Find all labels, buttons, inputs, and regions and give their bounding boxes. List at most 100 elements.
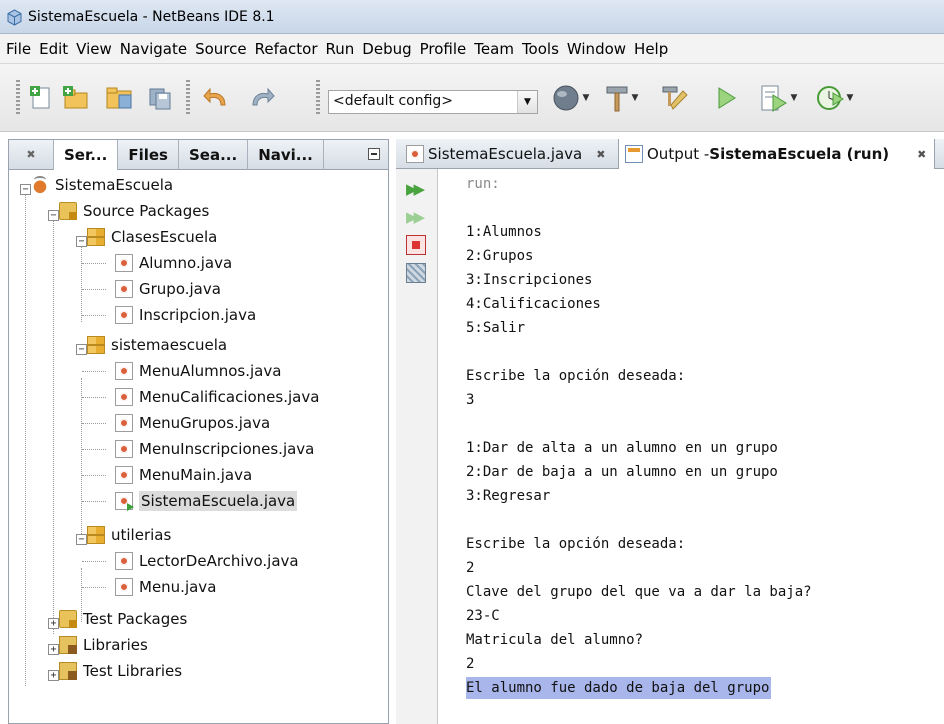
- tree-connector: [82, 315, 106, 316]
- clean-build-button[interactable]: ▼: [600, 80, 642, 116]
- output-panel: SistemaEscuela.java ✖ Output - SistemaEs…: [396, 139, 944, 724]
- menu-profile[interactable]: Profile: [416, 40, 471, 58]
- tree-node-label: MenuGrupos.java: [139, 414, 271, 432]
- menu-run[interactable]: Run: [322, 40, 359, 58]
- broom-hammer-icon: [662, 86, 688, 110]
- tree-node-source-packages[interactable]: Source Packages: [59, 198, 209, 224]
- tab-services[interactable]: Ser...: [53, 139, 119, 170]
- run-project-button[interactable]: [712, 80, 742, 116]
- tree-node-package[interactable]: sistemaescuela: [87, 332, 227, 358]
- new-project-button[interactable]: [60, 80, 92, 116]
- tree-node-test-libraries[interactable]: Test Libraries: [59, 658, 182, 684]
- expand-toggle[interactable]: +: [48, 644, 59, 655]
- output-settings-icon[interactable]: [406, 263, 426, 283]
- debug-project-button[interactable]: ▼: [754, 80, 802, 116]
- chevron-down-icon[interactable]: ▼: [632, 93, 639, 103]
- menu-help[interactable]: Help: [630, 40, 672, 58]
- tree-connector: [82, 263, 106, 264]
- tree-node-file[interactable]: Alumno.java: [115, 250, 232, 276]
- expand-toggle[interactable]: +: [48, 618, 59, 629]
- chevron-down-icon[interactable]: ▼: [791, 93, 798, 103]
- minimize-icon[interactable]: [368, 148, 380, 160]
- toolbar-grip[interactable]: [316, 80, 320, 116]
- toolbar-grip[interactable]: [186, 80, 190, 116]
- tree-connector: [82, 475, 106, 476]
- browser-button[interactable]: ▼: [548, 80, 592, 116]
- configuration-select[interactable]: <default config> ▼: [328, 90, 538, 114]
- projects-panel-tabs: ✖ Ser... Files Sea... Navi...: [9, 139, 388, 170]
- tab-sistemaescuela-java[interactable]: SistemaEscuela.java ✖: [406, 139, 605, 169]
- tree-connector: [82, 561, 106, 562]
- menu-file[interactable]: File: [2, 40, 35, 58]
- tab-files[interactable]: Files: [118, 139, 179, 170]
- menu-window[interactable]: Window: [563, 40, 630, 58]
- tree-node-file-selected[interactable]: SistemaEscuela.java: [115, 488, 298, 514]
- java-file-icon: [115, 414, 133, 432]
- tree-node-file[interactable]: Menu.java: [115, 574, 216, 600]
- tree-node-label: MenuInscripciones.java: [139, 440, 315, 458]
- console-line: 2:Dar de baja a un alumno en un grupo: [466, 464, 778, 480]
- tree-connector: [82, 449, 106, 450]
- tree-node-label: Menu.java: [139, 578, 217, 596]
- new-file-button[interactable]: [26, 80, 56, 116]
- stop-icon[interactable]: [406, 235, 426, 255]
- open-project-button[interactable]: [104, 80, 136, 116]
- clean-and-build-button[interactable]: [656, 80, 692, 116]
- toolbar-grip[interactable]: [16, 80, 20, 116]
- chevron-down-icon[interactable]: ▼: [517, 91, 537, 113]
- menu-tools[interactable]: Tools: [518, 40, 563, 58]
- menu-refactor[interactable]: Refactor: [251, 40, 322, 58]
- java-file-icon: [115, 254, 133, 272]
- console-line: 2: [466, 656, 475, 672]
- tree-connector: [25, 190, 26, 686]
- profile-project-button[interactable]: ▼: [808, 80, 860, 116]
- menu-navigate[interactable]: Navigate: [116, 40, 191, 58]
- tree-node-file[interactable]: MenuMain.java: [115, 462, 252, 488]
- expand-toggle[interactable]: +: [48, 670, 59, 681]
- tab-output[interactable]: Output - SistemaEscuela (run) ✖: [618, 139, 936, 169]
- tree-node-package[interactable]: utilerias: [87, 522, 171, 548]
- collapse-toggle[interactable]: −: [76, 534, 87, 545]
- tab-search[interactable]: Sea...: [179, 139, 249, 170]
- collapse-toggle[interactable]: −: [20, 184, 31, 195]
- console-line: 2:Grupos: [466, 248, 534, 264]
- menu-view[interactable]: View: [72, 40, 116, 58]
- tree-node-package[interactable]: ClasesEscuela: [87, 224, 217, 250]
- rerun-icon[interactable]: ▶▶: [406, 179, 426, 199]
- tree-connector: [81, 378, 82, 540]
- chevron-down-icon[interactable]: ▼: [583, 93, 590, 103]
- tree-node-libraries[interactable]: Libraries: [59, 632, 148, 658]
- collapse-toggle[interactable]: −: [48, 210, 59, 221]
- tree-node-file[interactable]: MenuInscripciones.java: [115, 436, 314, 462]
- tree-node-file[interactable]: MenuCalificaciones.java: [115, 384, 319, 410]
- redo-button[interactable]: [244, 80, 278, 116]
- menu-debug[interactable]: Debug: [358, 40, 415, 58]
- menu-team[interactable]: Team: [470, 40, 518, 58]
- tree-node-label: SistemaEscuela: [55, 176, 174, 194]
- tree-node-file[interactable]: LectorDeArchivo.java: [115, 548, 299, 574]
- tree-node-file[interactable]: Inscripcion.java: [115, 302, 256, 328]
- collapse-toggle[interactable]: −: [76, 344, 87, 355]
- console-line: 3: [466, 392, 475, 408]
- menu-source[interactable]: Source: [191, 40, 251, 58]
- tree-connector: [82, 371, 106, 372]
- collapse-toggle[interactable]: −: [76, 236, 87, 247]
- undo-button[interactable]: [200, 80, 234, 116]
- package-icon: [87, 526, 105, 544]
- tree-node-file[interactable]: Grupo.java: [115, 276, 221, 302]
- tree-node-file[interactable]: MenuGrupos.java: [115, 410, 270, 436]
- tab-label-name: SistemaEscuela (run): [709, 145, 890, 163]
- package-icon: [87, 228, 105, 246]
- tree-node-project[interactable]: SistemaEscuela: [31, 172, 173, 198]
- java-file-icon: [115, 466, 133, 484]
- tab-navigator[interactable]: Navi...: [248, 139, 324, 170]
- menu-edit[interactable]: Edit: [35, 40, 72, 58]
- save-all-button[interactable]: [146, 80, 176, 116]
- close-icon[interactable]: ✖: [9, 148, 53, 161]
- close-icon[interactable]: ✖: [917, 148, 926, 161]
- rerun-with-params-icon[interactable]: ▶▶: [406, 207, 426, 227]
- chevron-down-icon[interactable]: ▼: [847, 93, 854, 103]
- close-icon[interactable]: ✖: [596, 148, 605, 161]
- tree-node-test-packages[interactable]: Test Packages: [59, 606, 187, 632]
- tree-node-file[interactable]: MenuAlumnos.java: [115, 358, 281, 384]
